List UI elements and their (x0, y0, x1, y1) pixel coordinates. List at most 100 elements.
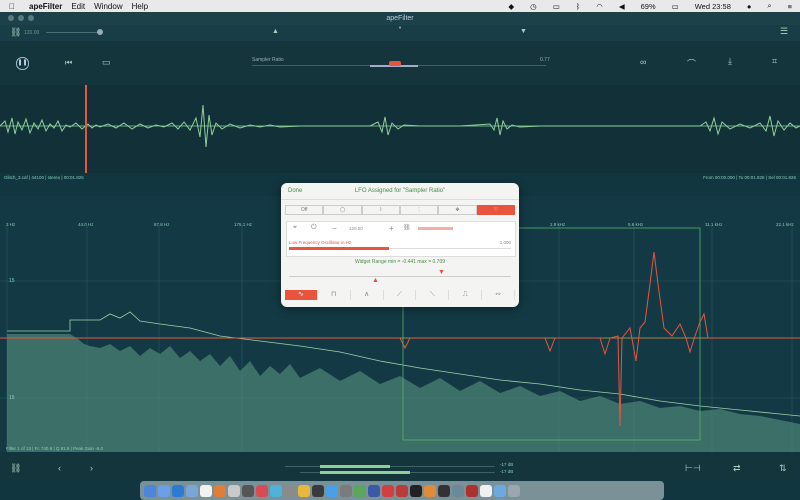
siri-icon[interactable] (158, 484, 170, 497)
fullscreen-window-button[interactable] (28, 15, 34, 21)
airplay-icon[interactable]: ▭ (553, 2, 560, 11)
top-slider-thumb[interactable] (97, 29, 103, 35)
segment-heart[interactable]: ♡ (476, 205, 515, 215)
bbedit-icon[interactable] (382, 484, 394, 497)
spotlight-icon[interactable]: ⌕ (767, 1, 771, 11)
bottom-slider-track-1[interactable] (285, 466, 495, 467)
close-window-button[interactable] (8, 15, 14, 21)
finder-icon[interactable] (144, 484, 156, 497)
link-icon[interactable]: ⛓ (10, 27, 21, 38)
range-min-handle[interactable]: ▲ (372, 277, 379, 284)
app-store-icon[interactable] (270, 484, 282, 497)
maps-icon[interactable] (326, 484, 338, 497)
segment-move[interactable]: ✥ (438, 205, 477, 215)
shape-triangle[interactable]: ∧ (351, 290, 384, 300)
slider-label: Sampler Ratio (252, 57, 284, 63)
vertical-swap-icon[interactable]: ⇅ (779, 463, 787, 474)
menu-window[interactable]: Window (94, 2, 122, 11)
settings-gear-icon[interactable] (284, 484, 296, 497)
calendar-icon[interactable] (200, 484, 212, 497)
terminal-icon[interactable] (312, 484, 324, 497)
wifi-icon[interactable]: ◠ (596, 2, 603, 11)
audio-app-icon[interactable] (424, 484, 436, 497)
battery-icon[interactable]: ▭ (672, 2, 679, 11)
preview-icon[interactable] (228, 484, 240, 497)
dark-app-icon[interactable] (438, 484, 450, 497)
segment-vertical[interactable]: ⋮ (399, 205, 439, 215)
lfo-value: 1.000 (499, 240, 511, 245)
pause-button[interactable]: ❚❚ (16, 57, 29, 70)
swap-icon[interactable]: ⇄ (733, 463, 741, 474)
curve-icon[interactable]: ⌒ (687, 57, 696, 70)
next-arrow-icon[interactable]: ▼ (520, 28, 527, 35)
folder-icon[interactable]: ▭ (102, 57, 111, 68)
shape-random-smooth[interactable]: ∾ (482, 290, 516, 300)
messages-icon[interactable] (354, 484, 366, 497)
safari-icon[interactable] (172, 484, 184, 497)
segment-off[interactable]: Off (285, 205, 324, 215)
dropbox-icon[interactable]: ◆ (508, 2, 514, 11)
target-icon[interactable]: ⌖ (293, 224, 297, 232)
segment-circle[interactable]: ◯ (323, 205, 362, 215)
done-button[interactable]: Done (288, 183, 302, 199)
prev-arrow-icon[interactable]: ▲ (272, 28, 279, 35)
slider-thumb[interactable] (389, 61, 401, 66)
xcode-icon[interactable] (368, 484, 380, 497)
top-left-value: 120.00 (24, 30, 40, 36)
bluetooth-icon[interactable]: ᛒ (576, 2, 581, 11)
segment-envelope[interactable]: ⌇ (361, 205, 400, 215)
widget-range-text: Widget Range min = -0.441 max = 0.709 (354, 259, 446, 265)
menu-edit[interactable]: Edit (71, 2, 85, 11)
battery-percent[interactable]: 69% (641, 2, 656, 11)
minimize-window-button[interactable] (18, 15, 24, 21)
db-tick-upper: 15 (9, 278, 15, 284)
menu-help[interactable]: Help (132, 2, 148, 11)
rewind-icon[interactable]: ⏮ (65, 58, 72, 68)
next-filter-icon[interactable]: › (90, 463, 93, 473)
time-machine-icon[interactable]: ◷ (530, 2, 537, 11)
crop-icon[interactable]: ⌗ (772, 56, 777, 67)
trash-icon[interactable] (508, 484, 520, 497)
volume-icon[interactable]: ◀ (619, 2, 625, 11)
notification-center-icon[interactable]: ≡ (788, 2, 792, 11)
clock[interactable]: Wed 23:58 (695, 2, 731, 11)
range-max-handle[interactable]: ▼ (438, 269, 445, 276)
menu-app-name[interactable]: apeFilter (29, 2, 62, 11)
loop-icon[interactable]: ∞ (640, 57, 646, 67)
apple-icon[interactable]:  (9, 2, 15, 11)
link-small-icon[interactable]: ⛓ (403, 224, 411, 231)
notes-icon[interactable] (214, 484, 226, 497)
range-slider-track[interactable] (289, 276, 511, 277)
photos-icon[interactable] (298, 484, 310, 497)
menu-list-icon[interactable]: ☰ (780, 26, 788, 37)
freq-tick-3: 175.1 Hz (234, 222, 253, 227)
mail-icon[interactable] (186, 484, 198, 497)
misc-app-icon[interactable] (452, 484, 464, 497)
system-preferences-icon[interactable] (242, 484, 254, 497)
slider-value: 0.77 (540, 57, 550, 63)
waveform-view[interactable] (0, 85, 800, 173)
shape-saw-down[interactable]: ⟍ (416, 290, 450, 300)
prev-filter-icon[interactable]: ‹ (58, 463, 61, 473)
folder-dock-icon[interactable] (494, 484, 506, 497)
lfo-depth-bar[interactable] (418, 227, 453, 230)
expand-width-icon[interactable]: ⊢⊣ (685, 463, 701, 474)
sync-icon[interactable]: ⏻ (311, 224, 317, 232)
decrease-button[interactable]: − (332, 224, 337, 233)
download-icon[interactable]: ⤓ (728, 56, 732, 67)
shape-square[interactable]: ⊓ (318, 290, 351, 300)
link-bottom-icon[interactable]: ⛓ (10, 463, 21, 474)
apple-tv-icon[interactable] (410, 484, 422, 497)
user-avatar[interactable]: ● (747, 2, 752, 11)
shape-saw-up[interactable]: ⟋ (384, 290, 417, 300)
photo-booth-icon[interactable] (256, 484, 268, 497)
top-toolbar: ⛓ 120.00 ▲ ♦ ▼ ☰ (0, 25, 800, 41)
shape-sine[interactable]: ∿ (285, 290, 318, 300)
document-icon[interactable] (480, 484, 492, 497)
top-slider-track[interactable] (46, 32, 100, 33)
red-app-icon[interactable] (466, 484, 478, 497)
utility-icon[interactable] (340, 484, 352, 497)
increase-button[interactable]: + (389, 224, 394, 233)
shape-random-step[interactable]: ⎍ (449, 290, 483, 300)
reeder-icon[interactable] (396, 484, 408, 497)
